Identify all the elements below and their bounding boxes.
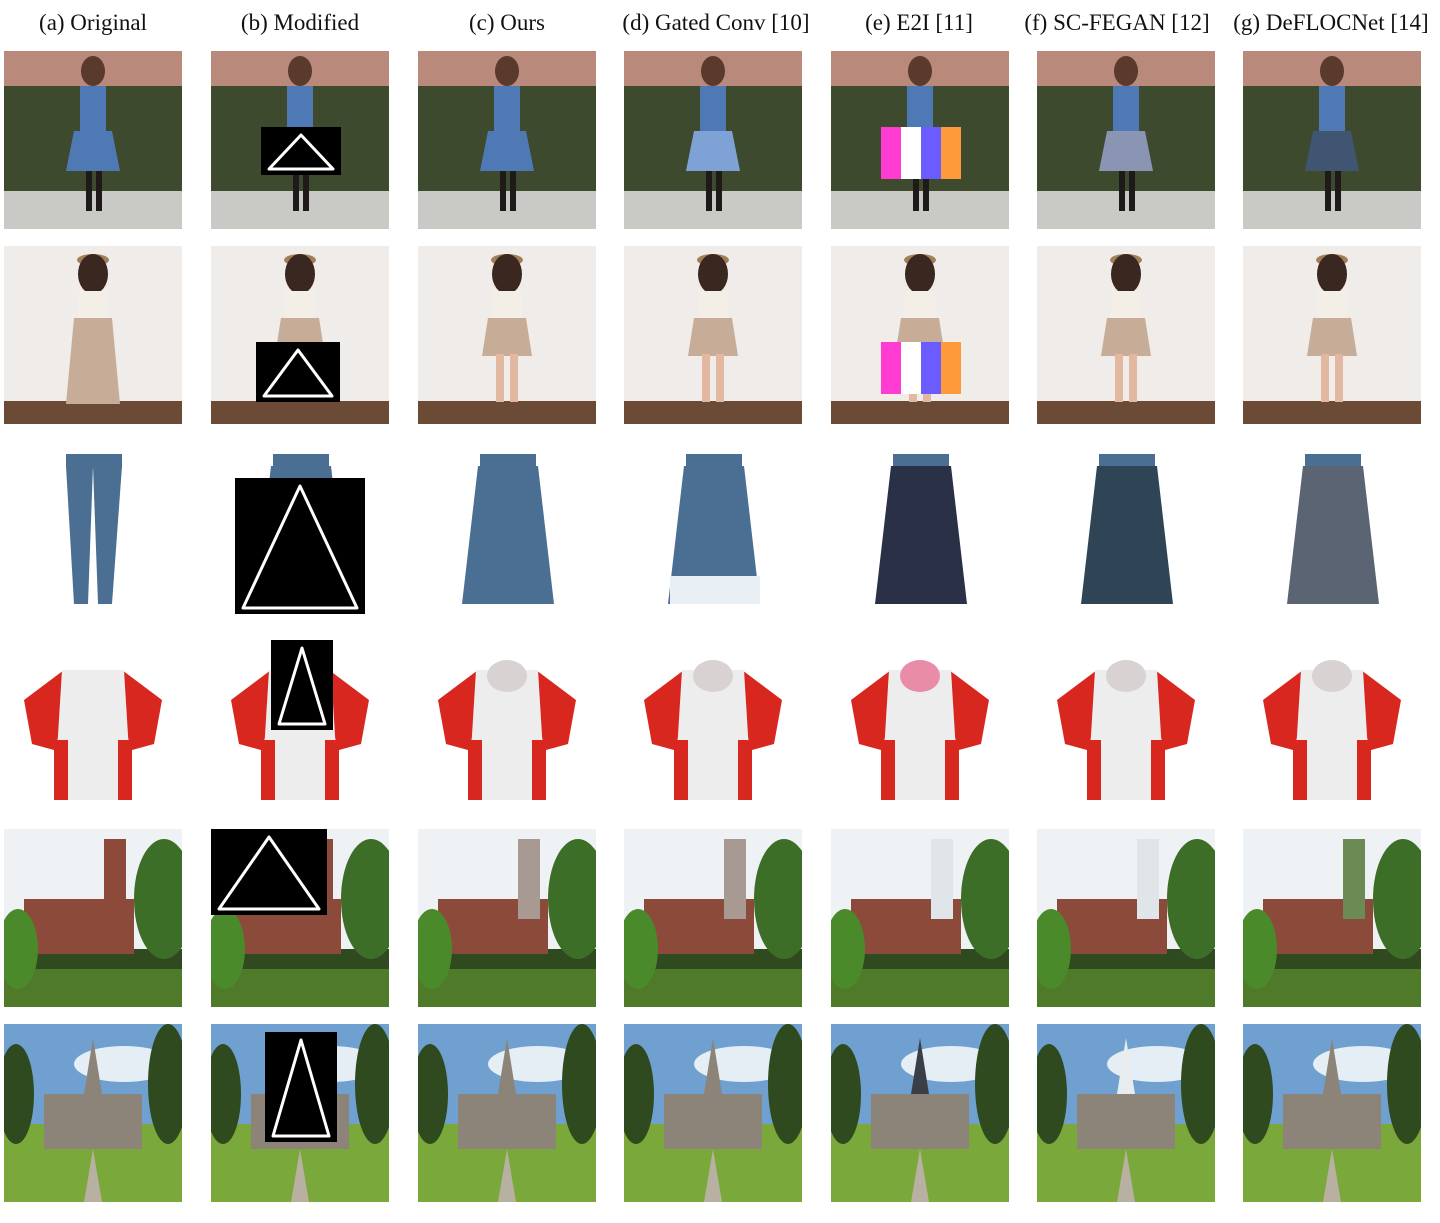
scene-woman-beige-skirt-hat: [1037, 246, 1215, 424]
scene-red-white-tshirt-hoodie: [211, 640, 389, 818]
scene-jeans-to-skirt: [211, 448, 389, 626]
scene-brick-church-tower-trees: [418, 829, 596, 1007]
scene-woman-beige-skirt-hat: [418, 246, 596, 424]
result-image-r6-d: [624, 1024, 802, 1202]
scene-stone-church-spire: [624, 1024, 802, 1202]
scene-brick-church-tower-trees: [211, 829, 389, 1007]
result-image-r6-f: [1037, 1024, 1215, 1202]
scene-jeans-to-skirt: [418, 448, 596, 626]
scene-red-white-tshirt-hoodie: [418, 640, 596, 818]
scene-jeans-to-skirt: [4, 448, 182, 626]
result-image-r3-b: [211, 448, 389, 626]
result-image-r2-d: [624, 246, 802, 424]
scene-woman-beige-skirt-hat: [4, 246, 182, 424]
scene-stone-church-spire: [4, 1024, 182, 1202]
scene-woman-denim-overalls-ivy: [1243, 51, 1421, 229]
scene-woman-denim-overalls-ivy: [4, 51, 182, 229]
result-image-r4-c: [418, 640, 596, 818]
scene-red-white-tshirt-hoodie: [831, 640, 1009, 818]
scene-woman-denim-overalls-ivy: [211, 51, 389, 229]
scene-jeans-to-skirt: [1243, 448, 1421, 626]
result-image-r2-g: [1243, 246, 1421, 424]
result-image-r6-a: [4, 1024, 182, 1202]
result-image-r1-b: [211, 51, 389, 229]
column-header-d: (d) Gated Conv [10]: [622, 10, 810, 35]
scene-jeans-to-skirt: [624, 448, 802, 626]
result-image-r1-d: [624, 51, 802, 229]
result-image-r5-g: [1243, 829, 1421, 1007]
result-image-r4-e: [831, 640, 1009, 818]
scene-woman-denim-overalls-ivy: [1037, 51, 1215, 229]
result-image-r4-f: [1037, 640, 1215, 818]
result-image-r2-a: [4, 246, 182, 424]
scene-red-white-tshirt-hoodie: [624, 640, 802, 818]
result-image-r1-g: [1243, 51, 1421, 229]
result-image-r6-c: [418, 1024, 596, 1202]
scene-woman-denim-overalls-ivy: [418, 51, 596, 229]
scene-woman-beige-skirt-hat: [831, 246, 1009, 424]
result-image-r1-f: [1037, 51, 1215, 229]
scene-red-white-tshirt-hoodie: [1243, 640, 1421, 818]
scene-jeans-to-skirt: [1037, 448, 1215, 626]
result-image-r5-f: [1037, 829, 1215, 1007]
result-image-r3-g: [1243, 448, 1421, 626]
result-image-r5-b: [211, 829, 389, 1007]
result-image-r3-e: [831, 448, 1009, 626]
scene-brick-church-tower-trees: [831, 829, 1009, 1007]
result-image-r1-c: [418, 51, 596, 229]
result-image-r4-a: [4, 640, 182, 818]
column-header-c: (c) Ours: [469, 10, 545, 35]
scene-red-white-tshirt-hoodie: [1037, 640, 1215, 818]
result-image-r2-e: [831, 246, 1009, 424]
column-header-f: (f) SC-FEGAN [12]: [1024, 10, 1210, 35]
scene-woman-beige-skirt-hat: [624, 246, 802, 424]
result-image-r3-f: [1037, 448, 1215, 626]
scene-brick-church-tower-trees: [4, 829, 182, 1007]
scene-brick-church-tower-trees: [1243, 829, 1421, 1007]
scene-stone-church-spire: [1243, 1024, 1421, 1202]
scene-stone-church-spire: [211, 1024, 389, 1202]
result-image-r6-b: [211, 1024, 389, 1202]
result-image-r1-e: [831, 51, 1009, 229]
scene-woman-beige-skirt-hat: [1243, 246, 1421, 424]
scene-jeans-to-skirt: [831, 448, 1009, 626]
scene-stone-church-spire: [418, 1024, 596, 1202]
scene-brick-church-tower-trees: [624, 829, 802, 1007]
result-image-r6-e: [831, 1024, 1009, 1202]
result-image-r5-c: [418, 829, 596, 1007]
result-image-r4-d: [624, 640, 802, 818]
result-image-r2-c: [418, 246, 596, 424]
result-image-r1-a: [4, 51, 182, 229]
result-image-r6-g: [1243, 1024, 1421, 1202]
scene-woman-denim-overalls-ivy: [831, 51, 1009, 229]
result-image-r5-a: [4, 829, 182, 1007]
result-image-r5-d: [624, 829, 802, 1007]
result-image-r2-b: [211, 246, 389, 424]
column-header-b: (b) Modified: [240, 10, 360, 35]
scene-woman-beige-skirt-hat: [211, 246, 389, 424]
scene-red-white-tshirt-hoodie: [4, 640, 182, 818]
result-image-r3-d: [624, 448, 802, 626]
result-image-r5-e: [831, 829, 1009, 1007]
result-image-r3-c: [418, 448, 596, 626]
column-header-g: (g) DeFLOCNet [14]: [1233, 10, 1429, 35]
column-header-a: (a) Original: [39, 10, 147, 35]
scene-brick-church-tower-trees: [1037, 829, 1215, 1007]
scene-stone-church-spire: [831, 1024, 1009, 1202]
scene-woman-denim-overalls-ivy: [624, 51, 802, 229]
result-image-r3-a: [4, 448, 182, 626]
scene-stone-church-spire: [1037, 1024, 1215, 1202]
result-image-r4-b: [211, 640, 389, 818]
result-image-r2-f: [1037, 246, 1215, 424]
column-header-e: (e) E2I [11]: [865, 10, 973, 35]
result-image-r4-g: [1243, 640, 1421, 818]
